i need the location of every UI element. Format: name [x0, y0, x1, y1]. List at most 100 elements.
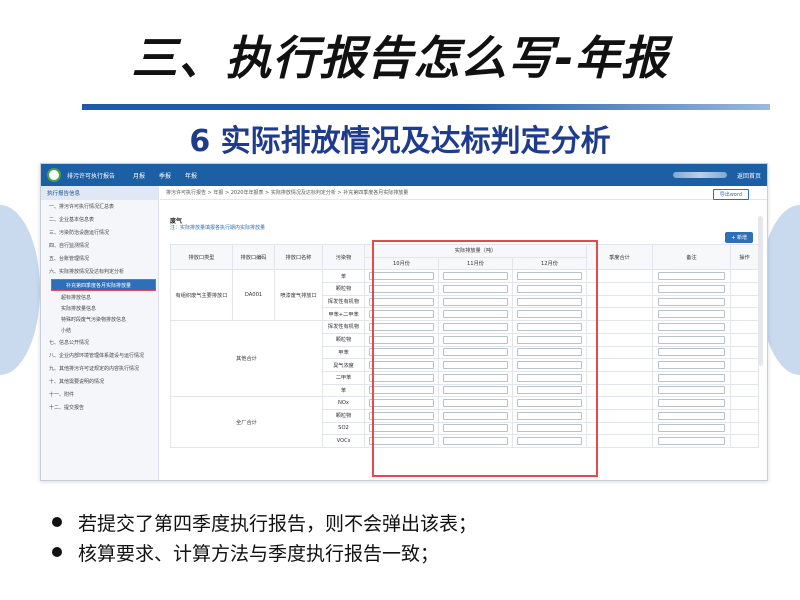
remark-input[interactable] — [657, 399, 726, 408]
month-11-input[interactable] — [443, 297, 508, 306]
remark-input[interactable] — [657, 284, 726, 293]
month-11-input[interactable] — [443, 399, 508, 408]
sidebar-item[interactable]: 九、其他排污许可证规定的内容执行情况 — [41, 362, 158, 375]
month-11-input[interactable] — [443, 335, 508, 344]
month-11-input[interactable] — [443, 272, 508, 281]
remark-input[interactable] — [657, 361, 726, 370]
month-11-input[interactable] — [443, 310, 508, 319]
nav-annual[interactable]: 年报 — [185, 171, 197, 180]
month-12-input[interactable] — [517, 297, 582, 306]
month-12-input[interactable] — [517, 399, 582, 408]
sidebar-subitem[interactable]: 小结 — [41, 325, 158, 336]
sidebar-item[interactable]: 三、污染防治设施运行情况 — [41, 226, 158, 239]
remark-input[interactable] — [657, 297, 726, 306]
month-12-input[interactable] — [517, 284, 582, 293]
month-10-input[interactable] — [369, 297, 434, 306]
month-11-input[interactable] — [443, 348, 508, 357]
sidebar-item[interactable]: 十一、附件 — [41, 388, 158, 401]
month-12-input[interactable] — [517, 373, 582, 382]
remark-input[interactable] — [657, 310, 726, 319]
vertical-scrollbar[interactable] — [758, 216, 763, 366]
month-12-input[interactable] — [517, 322, 582, 331]
month-10-input[interactable] — [369, 386, 434, 395]
remark-input[interactable] — [657, 348, 726, 357]
back-home-link[interactable]: 返回首页 — [737, 171, 761, 180]
month-10-input[interactable] — [369, 310, 434, 319]
month-10-input[interactable] — [369, 272, 434, 281]
app-logo-icon — [47, 168, 61, 182]
month-11-input[interactable] — [443, 386, 508, 395]
sidebar-item[interactable]: 二、企业基本信息表 — [41, 213, 158, 226]
month-10-input[interactable] — [369, 322, 434, 331]
sidebar-subitem[interactable]: 实际排放量信息 — [41, 303, 158, 314]
sidebar-item[interactable]: 一、排污许可执行情况汇总表 — [41, 200, 158, 213]
nav-quarterly[interactable]: 季报 — [159, 171, 171, 180]
month-12-input[interactable] — [517, 348, 582, 357]
month-10-input[interactable] — [369, 424, 434, 433]
month-10-input[interactable] — [369, 361, 434, 370]
month-12-input[interactable] — [517, 310, 582, 319]
app-header: 排污许可执行报告 月报 季报 年报 返回首页 — [41, 164, 767, 186]
header-outlet-name: 排放口名称 — [274, 243, 323, 271]
action-cell — [730, 269, 759, 284]
user-name-blurred — [672, 172, 727, 178]
action-cell — [730, 383, 759, 398]
pollutant-cell: 苯 — [322, 269, 365, 284]
remark-input[interactable] — [657, 272, 726, 281]
sidebar-item[interactable]: 七、信息公开情况 — [41, 336, 158, 349]
quarter-total-cell — [586, 408, 653, 423]
month-11-input[interactable] — [443, 361, 508, 370]
pollutant-cell: 臭气浓度 — [322, 358, 365, 372]
sidebar-item[interactable]: 十二、提交报告 — [41, 401, 158, 414]
month-12-input[interactable] — [517, 437, 582, 446]
export-word-button[interactable]: 导出word — [712, 189, 749, 200]
quarter-total-cell — [586, 320, 653, 334]
month-11-input[interactable] — [443, 437, 508, 446]
quarter-total-cell — [586, 282, 653, 296]
slide-subtitle: 6 实际排放情况及达标判定分析 — [189, 124, 611, 159]
header-outlet-code: 排放口编码 — [232, 243, 275, 271]
month-10-input[interactable] — [369, 348, 434, 357]
month-11-input[interactable] — [443, 411, 508, 420]
sidebar-subitem[interactable]: 超标排放信息 — [41, 292, 158, 303]
month-10-input[interactable] — [369, 335, 434, 344]
header-actual-emission: 实际排放量（吨） — [364, 244, 587, 258]
nav-monthly[interactable]: 月报 — [133, 171, 145, 180]
month-12-input[interactable] — [517, 272, 582, 281]
add-button[interactable]: + 新增 — [725, 232, 753, 243]
remark-input[interactable] — [657, 437, 726, 446]
sidebar-item[interactable]: 四、自行监测情况 — [41, 239, 158, 252]
month-10-input[interactable] — [369, 399, 434, 408]
remark-input[interactable] — [657, 373, 726, 382]
sidebar-header[interactable]: 执行报告信息 — [41, 186, 158, 200]
month-12-input[interactable] — [517, 424, 582, 433]
plant-total-label: 全厂合计 — [170, 396, 323, 448]
sidebar-item[interactable]: 八、企业内部环境管理体系建设与运行情况 — [41, 349, 158, 362]
month-10-input[interactable] — [369, 411, 434, 420]
sidebar-item[interactable]: 六、实际排放情况及达标判定分析 — [41, 265, 158, 278]
month-11-input[interactable] — [443, 424, 508, 433]
remark-input[interactable] — [657, 424, 726, 433]
month-12-input[interactable] — [517, 386, 582, 395]
sidebar-item-active[interactable]: 补充第四季度各月实际排放量 — [51, 279, 156, 291]
remark-input[interactable] — [657, 335, 726, 344]
month-12-input[interactable] — [517, 361, 582, 370]
sidebar-subitem[interactable]: 特殊时段废气污染物排放信息 — [41, 314, 158, 325]
month-11-input[interactable] — [443, 322, 508, 331]
sidebar-item[interactable]: 十、其他需要说明的情况 — [41, 375, 158, 388]
remark-input[interactable] — [657, 411, 726, 420]
sidebar-item[interactable]: 五、台账管理情况 — [41, 252, 158, 265]
month-10-input[interactable] — [369, 437, 434, 446]
month-10-input[interactable] — [369, 373, 434, 382]
remark-input[interactable] — [657, 386, 726, 395]
remark-input[interactable] — [657, 322, 726, 331]
outlet-code-cell: DA001 — [232, 269, 275, 322]
month-10-input[interactable] — [369, 284, 434, 293]
month-11-input[interactable] — [443, 284, 508, 293]
other-total-label: 其他合计 — [170, 320, 323, 398]
slide-title: 三、执行报告怎么写-年报 — [131, 31, 669, 85]
month-12-input[interactable] — [517, 335, 582, 344]
month-12-input[interactable] — [517, 411, 582, 420]
month-11-input[interactable] — [443, 373, 508, 382]
table-row: 全厂合计 NOx — [170, 396, 759, 448]
